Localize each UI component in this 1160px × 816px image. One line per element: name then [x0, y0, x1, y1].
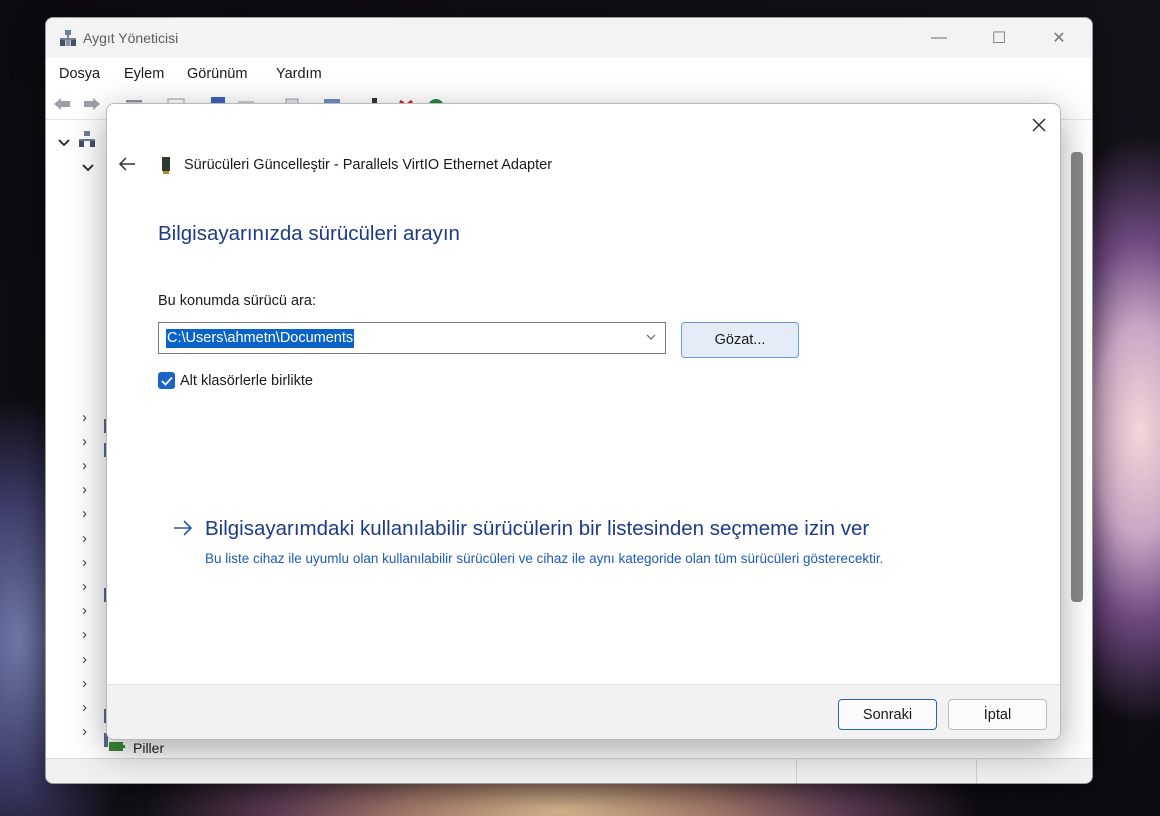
maximize-icon: ☐ — [991, 30, 1007, 47]
device-manager-icon — [60, 30, 76, 46]
tree-expand-chevron[interactable]: › — [82, 530, 87, 547]
dialog-footer: Sonraki İptal — [107, 684, 1060, 739]
page-heading: Bilgisayarınızda sürücüleri arayın — [158, 222, 460, 245]
menu-bar: Dosya Eylem Görünüm Yardım — [46, 58, 1092, 90]
menu-eylem[interactable]: Eylem — [124, 66, 164, 82]
status-bar — [46, 758, 1092, 783]
window-title: Aygıt Yöneticisi — [83, 30, 179, 46]
chevron-down-icon[interactable] — [645, 331, 657, 343]
tree-expand-chevron[interactable]: › — [82, 675, 87, 692]
include-subfolders-checkbox[interactable] — [158, 372, 175, 389]
tree-item-piller[interactable]: Piller — [133, 740, 164, 756]
checkmark-icon — [160, 376, 173, 386]
menu-yardim[interactable]: Yardım — [276, 66, 322, 82]
next-button[interactable]: Sonraki — [838, 699, 937, 730]
close-icon — [1032, 118, 1046, 132]
back-arrow-icon[interactable] — [52, 95, 72, 113]
browse-button[interactable]: Gözat... — [681, 322, 799, 358]
pick-from-list-link[interactable]: Bilgisayarımdaki kullanılabilir sürücüle… — [205, 517, 869, 541]
search-location-label: Bu konumda sürücü ara: — [158, 293, 316, 309]
right-arrow-icon[interactable] — [173, 520, 193, 536]
device-tree: › › › › › › › › › › › › › › — [49, 126, 109, 766]
maximize-button[interactable]: ☐ — [976, 18, 1022, 58]
dialog-header-title: Sürücüleri Güncelleştir - Parallels Virt… — [184, 157, 553, 173]
include-subfolders-label[interactable]: Alt klasörlerle birlikte — [180, 373, 313, 389]
tree-expand-chevron[interactable]: › — [82, 554, 87, 571]
chevron-down-icon[interactable] — [82, 163, 94, 173]
status-divider — [976, 759, 977, 783]
driver-path-value[interactable]: C:\Users\ahmetn\Documents — [166, 329, 355, 348]
network-adapter-icon — [162, 157, 170, 174]
tree-expand-chevron[interactable]: › — [82, 723, 87, 740]
tree-expand-chevron[interactable]: › — [82, 433, 87, 450]
tree-expand-chevron[interactable]: › — [82, 505, 87, 522]
close-window-button[interactable]: ✕ — [1036, 18, 1082, 58]
dialog-back-button[interactable] — [115, 152, 139, 176]
forward-arrow-icon[interactable] — [82, 95, 102, 113]
dialog-close-button[interactable] — [1024, 112, 1054, 138]
tree-expand-chevron[interactable]: › — [82, 409, 87, 426]
tree-expand-chevron[interactable]: › — [82, 626, 87, 643]
pick-from-list-description: Bu liste cihaz ile uyumlu olan kullanıla… — [205, 551, 884, 566]
menu-gorunum[interactable]: Görünüm — [187, 66, 247, 82]
update-drivers-dialog: Sürücüleri Güncelleştir - Parallels Virt… — [106, 103, 1061, 740]
tree-expand-chevron[interactable]: › — [82, 699, 87, 716]
tree-expand-chevron[interactable]: › — [82, 578, 87, 595]
back-arrow-icon — [118, 157, 135, 171]
computer-icon — [79, 131, 95, 147]
menu-dosya[interactable]: Dosya — [59, 66, 100, 82]
tree-expand-chevron[interactable]: › — [82, 651, 87, 668]
cancel-button[interactable]: İptal — [948, 699, 1047, 730]
minimize-button[interactable]: — — [916, 18, 962, 58]
scrollbar-thumb[interactable] — [1071, 152, 1083, 602]
tree-expand-chevron[interactable]: › — [82, 481, 87, 498]
tree-expand-chevron[interactable]: › — [82, 457, 87, 474]
close-icon: ✕ — [1052, 30, 1066, 47]
tree-expand-chevron[interactable]: › — [82, 602, 87, 619]
title-bar: Aygıt Yöneticisi — ☐ ✕ — [46, 18, 1092, 58]
status-divider — [796, 759, 797, 783]
minimize-icon: — — [931, 29, 947, 46]
chevron-down-icon[interactable] — [58, 138, 70, 148]
battery-icon — [109, 742, 125, 751]
driver-path-combobox[interactable]: C:\Users\ahmetn\Documents — [158, 322, 666, 354]
